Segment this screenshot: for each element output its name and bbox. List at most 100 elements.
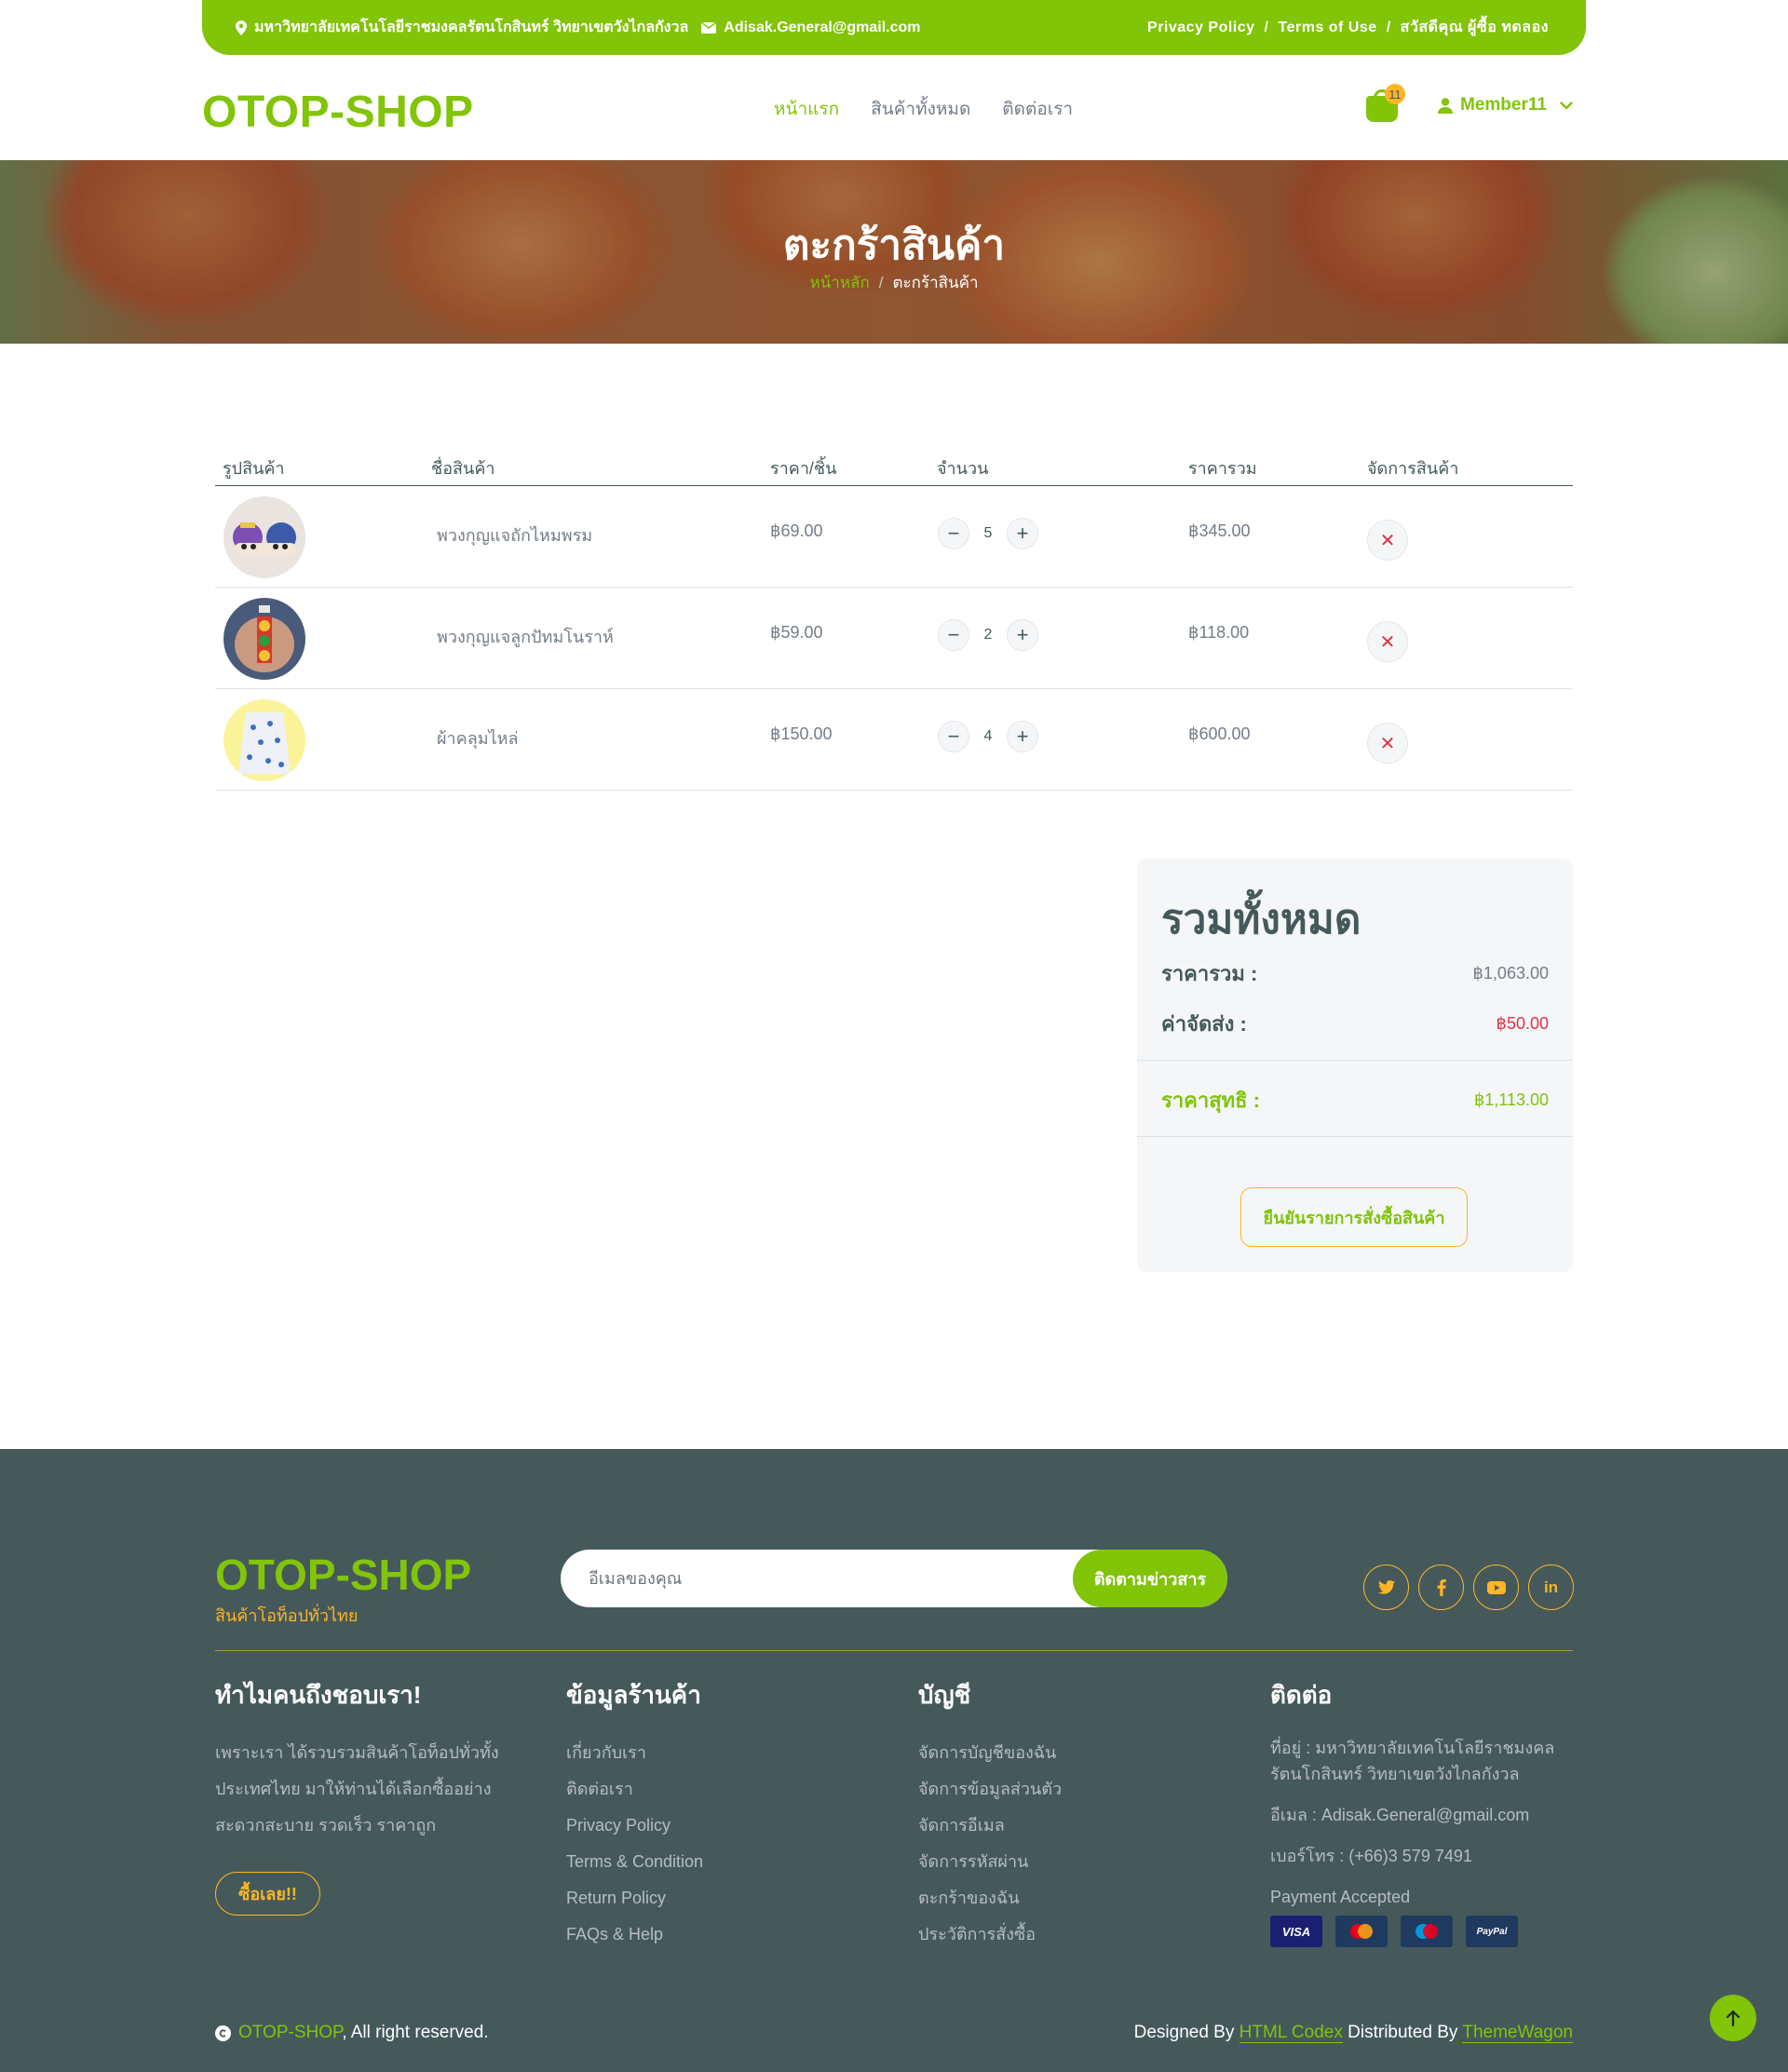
footer-link-return[interactable]: Return Policy [566, 1880, 883, 1916]
footer-link-email[interactable]: จัดการอีเมล [918, 1808, 1235, 1844]
mastercard-icon [1335, 1916, 1388, 1947]
product-image[interactable] [224, 699, 305, 781]
footer-link-my-account[interactable]: จัดการบัญชีของฉัน [918, 1735, 1235, 1771]
footer-link-about[interactable]: เกี่ยวกับเรา [566, 1735, 883, 1771]
site-logo[interactable]: OTOP-SHOP [202, 87, 474, 138]
topbar-links: Privacy Policy / Terms of Use / สวัสดีคุ… [1147, 16, 1549, 39]
product-image[interactable] [224, 496, 305, 578]
subtotal-row: ราคารวม : ฿1,063.00 [1161, 957, 1549, 990]
copyright-text: , All right reserved. [342, 2023, 489, 2042]
envelope-icon [701, 21, 717, 34]
header-unit-price: ราคา/ชิ้น [770, 459, 837, 478]
newsletter-form: ติดตามข่าวสาร [561, 1550, 1227, 1607]
net-total-label: ราคาสุทธิ : [1161, 1089, 1261, 1112]
subscribe-button[interactable]: ติดตามข่าวสาร [1073, 1550, 1227, 1607]
quantity-value[interactable]: 2 [969, 627, 1007, 643]
footer-link-terms[interactable]: Terms & Condition [566, 1844, 883, 1880]
cart-summary: รวมทั้งหมด ราคารวม : ฿1,063.00 ค่าจัดส่ง… [1137, 859, 1573, 1272]
close-icon: ✕ [1379, 530, 1396, 551]
remove-item-button[interactable]: ✕ [1367, 723, 1408, 764]
designer-link[interactable]: HTML Codex [1239, 2023, 1343, 2043]
copyright-icon [215, 2025, 231, 2041]
footer-link-privacy[interactable]: Privacy Policy [566, 1808, 883, 1844]
topbar-email[interactable]: Adisak.General@gmail.com [724, 20, 920, 36]
net-total-row: ราคาสุทธิ : ฿1,113.00 [1161, 1084, 1549, 1117]
footer-link-password[interactable]: จัดการรหัสผ่าน [918, 1844, 1235, 1880]
footer-logo[interactable]: OTOP-SHOP [215, 1550, 471, 1600]
decrease-qty-button[interactable]: − [938, 619, 969, 651]
footer: OTOP-SHOP สินค้าโอท็อปทั่วไทย ติดตามข่าว… [0, 1449, 1788, 2072]
confirm-order-button[interactable]: ยืนยันรายการสั่งซื้อสินค้า [1240, 1187, 1468, 1247]
contact-title: ติดต่อ [1270, 1681, 1333, 1709]
header-quantity: จำนวน [937, 459, 989, 478]
footer-link-contact[interactable]: ติดต่อเรา [566, 1771, 883, 1808]
summary-divider [1137, 1060, 1573, 1061]
account-title: บัญชี [918, 1681, 971, 1709]
why-text: เพราะเรา ได้รวบรวมสินค้าโอท็อปทั่วทั้งปร… [215, 1743, 499, 1835]
footer-why-column: ทำไมคนถึงชอบเรา! เพราะเรา ได้รวบรวมสินค้… [215, 1676, 513, 1916]
close-icon: ✕ [1379, 733, 1396, 754]
table-row: ผ้าคลุมไหล่ ฿150.00 − 4 + ฿600.00 ✕ [215, 689, 1573, 791]
distributed-by-label: Distributed By [1348, 2023, 1458, 2042]
distributor-link[interactable]: ThemeWagon [1462, 2023, 1573, 2043]
breadcrumb-separator: / [878, 274, 884, 291]
menu-all-products[interactable]: สินค้าทั้งหมด [871, 95, 970, 123]
payment-methods: VISA PayPal [1270, 1916, 1573, 1947]
decrease-qty-button[interactable]: − [938, 721, 969, 752]
header-total: ราคารวม [1188, 459, 1257, 478]
subtotal-value: ฿1,063.00 [1472, 964, 1549, 982]
footer-link-my-cart[interactable]: ตะกร้าของฉัน [918, 1880, 1235, 1916]
plus-icon: + [1016, 521, 1029, 545]
breadcrumb-current: ตะกร้าสินค้า [892, 274, 979, 291]
buy-now-button[interactable]: ซื้อเลย!! [215, 1872, 320, 1916]
footer-link-faqs[interactable]: FAQs & Help [566, 1916, 883, 1953]
header-image: รูปสินค้า [223, 459, 285, 478]
increase-qty-button[interactable]: + [1007, 619, 1038, 651]
navbar: OTOP-SHOP หน้าแรก สินค้าทั้งหมด ติดต่อเร… [202, 65, 1586, 158]
minus-icon: − [947, 623, 960, 646]
remove-item-button[interactable]: ✕ [1367, 621, 1408, 662]
terms-of-use-link[interactable]: Terms of Use [1279, 20, 1377, 36]
privacy-policy-link[interactable]: Privacy Policy [1147, 20, 1255, 36]
why-title: ทำไมคนถึงชอบเรา! [215, 1681, 422, 1709]
cart-button[interactable]: 11 [1366, 84, 1405, 122]
username: Member11 [1460, 95, 1547, 115]
user-menu[interactable]: Member11 [1438, 95, 1573, 115]
header-manage: จัดการสินค้า [1367, 459, 1459, 478]
table-row: พวงกุญแจลูกปัทมโนราห์ ฿59.00 − 2 + ฿118.… [215, 588, 1573, 689]
increase-qty-button[interactable]: + [1007, 721, 1038, 752]
linkedin-icon[interactable]: in [1528, 1564, 1574, 1610]
contact-email: อีเมล : Adisak.General@gmail.com [1270, 1806, 1530, 1824]
subtotal-label: ราคารวม : [1161, 962, 1258, 985]
paypal-label: PayPal [1476, 1926, 1508, 1937]
page-header-banner: ตะกร้าสินค้า หน้าหลัก / ตะกร้าสินค้า [0, 160, 1788, 344]
youtube-icon[interactable] [1473, 1564, 1519, 1610]
quantity-value[interactable]: 4 [969, 728, 1007, 745]
menu-home[interactable]: หน้าแรก [774, 95, 839, 123]
greeting-link[interactable]: สวัสดีคุณ ผู้ซื้อ ทดลอง [1401, 16, 1549, 39]
contact-address: ที่อยู่ : มหาวิทยาลัยเทคโนโลยีราชมงคลรัต… [1270, 1739, 1555, 1783]
footer-link-order-history[interactable]: ประวัติการสั่งซื้อ [918, 1916, 1235, 1953]
product-image[interactable] [224, 598, 305, 680]
decrease-qty-button[interactable]: − [938, 518, 969, 549]
unit-price: ฿150.00 [770, 725, 833, 743]
minus-icon: − [947, 725, 960, 748]
breadcrumb: หน้าหลัก / ตะกร้าสินค้า [0, 270, 1788, 295]
plus-icon: + [1016, 623, 1029, 646]
facebook-icon[interactable] [1418, 1564, 1464, 1610]
menu-contact[interactable]: ติดต่อเรา [1002, 95, 1073, 123]
newsletter-email-input[interactable] [561, 1550, 1082, 1607]
increase-qty-button[interactable]: + [1007, 518, 1038, 549]
product-name: พวงกุญแจถักไหมพรม [437, 526, 593, 545]
breadcrumb-home[interactable]: หน้าหลัก [809, 274, 869, 291]
back-to-top-button[interactable] [1710, 1995, 1756, 2041]
arrow-up-icon [1726, 2010, 1741, 2026]
close-icon: ✕ [1379, 631, 1396, 653]
copyright-brand-link[interactable]: OTOP-SHOP [238, 2023, 342, 2042]
remove-item-button[interactable]: ✕ [1367, 520, 1408, 561]
product-name: ผ้าคลุมไหล่ [437, 729, 519, 748]
quantity-value[interactable]: 5 [969, 525, 1007, 542]
footer-link-profile[interactable]: จัดการข้อมูลส่วนตัว [918, 1771, 1235, 1808]
twitter-icon[interactable] [1363, 1564, 1409, 1610]
visa-label: VISA [1281, 1924, 1311, 1939]
